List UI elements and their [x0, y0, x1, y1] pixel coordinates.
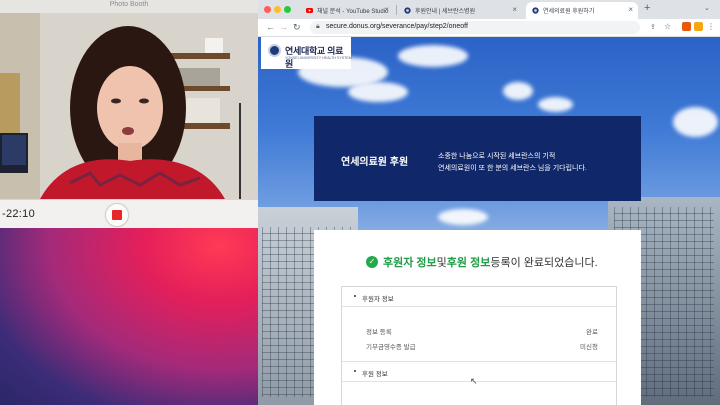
bullet-icon: [354, 295, 356, 297]
browser-toolbar: ← → ↻ 🔒︎ secure.donus.org/severance/pay/…: [258, 19, 720, 37]
photo-booth-title: Photo Booth: [109, 1, 149, 8]
close-tab-icon[interactable]: ×: [628, 5, 633, 14]
cloud-decoration: [438, 209, 488, 225]
forward-icon[interactable]: →: [279, 22, 288, 32]
camera-preview: [0, 13, 258, 199]
photo-booth-window: Photo Booth -22:10: [0, 0, 258, 229]
cloud-decoration: [673, 107, 718, 137]
new-tab-icon[interactable]: +: [644, 2, 650, 14]
cloud-decoration: [538, 97, 573, 112]
photo-booth-titlebar[interactable]: Photo Booth: [0, 0, 258, 14]
browser-window: 채널 분석 - YouTube Studio × 후원안내 | 세브란스병원 ×…: [258, 0, 720, 405]
camera-preview-image: [0, 13, 258, 199]
tab-label: 후원안내 | 세브란스병원: [415, 9, 476, 15]
extension-icon[interactable]: [682, 22, 691, 31]
mouse-cursor-icon: ↖: [470, 376, 478, 386]
section-header-donor: 후원자 정보: [342, 287, 616, 307]
completion-message: ✓ 후원자 정보 및 후원 정보 등록이 완료되었습니다.: [366, 254, 598, 270]
cloud-decoration: [348, 82, 408, 102]
stop-icon: [112, 210, 122, 220]
cloud-decoration: [503, 82, 533, 100]
message-suffix: 등록이 완료되었습니다.: [490, 257, 598, 269]
section-header-donation: 후원 정보: [342, 361, 616, 382]
donation-banner: 연세의료원 후원 소중한 나눔으로 시작된 세브란스의 기적 연세의료원이 또 …: [314, 116, 641, 201]
recording-timer: -22:10: [2, 208, 35, 220]
tab-separator: [396, 5, 397, 15]
row-label: 기부금영수증 발급: [366, 344, 416, 351]
severance-icon: [532, 7, 539, 14]
tab-label: 채널 분석 - YouTube Studio: [317, 9, 389, 15]
url-text: secure.donus.org/severance/pay/step2/one…: [326, 23, 468, 30]
menu-icon[interactable]: ⋮: [707, 22, 715, 31]
tab-severance-guide[interactable]: 후원안내 | 세브란스병원 ×: [398, 2, 522, 19]
close-tab-icon[interactable]: ×: [512, 5, 517, 14]
section-title: 후원 정보: [362, 371, 388, 378]
youtube-icon: [306, 8, 313, 13]
stop-recording-button[interactable]: [105, 203, 129, 227]
lock-icon: 🔒︎: [316, 23, 320, 30]
check-circle-icon: ✓: [366, 256, 378, 268]
tab-yonsei-donation[interactable]: 연세의료원 후원하기 ×: [526, 2, 638, 19]
row-value: 완료: [586, 329, 598, 336]
desktop-wallpaper: [0, 228, 258, 405]
tab-label: 연세의료원 후원하기: [543, 9, 595, 15]
back-icon[interactable]: ←: [266, 22, 275, 32]
banner-description: 연세의료원이 또 한 분의 세브란스 님을 기다립니다.: [438, 165, 587, 172]
site-logo[interactable]: 연세대학교 의료원 YONSEI UNIVERSITY HEALTH SYSTE…: [261, 37, 352, 69]
tab-youtube-studio[interactable]: 채널 분석 - YouTube Studio ×: [300, 2, 394, 19]
banner-title: 연세의료원 후원: [341, 157, 409, 168]
bullet-icon: [354, 370, 356, 372]
reload-icon[interactable]: ↻: [293, 22, 301, 33]
bookmark-star-icon[interactable]: ☆: [664, 22, 671, 31]
banner-description: 소중한 나눔으로 시작된 세브란스의 기적: [438, 153, 556, 160]
tab-search-icon[interactable]: ⌄: [704, 4, 710, 12]
severance-icon: [404, 7, 411, 14]
row-label: 정보 등록: [366, 329, 392, 336]
close-tab-icon[interactable]: ×: [384, 5, 389, 14]
info-summary-box: 후원자 정보 정보 등록 완료 기부금영수증 발급 미신청 후원 정보: [341, 286, 617, 405]
tab-strip: 채널 분석 - YouTube Studio × 후원안내 | 세브란스병원 ×…: [258, 0, 720, 19]
extension-icon[interactable]: [694, 22, 703, 31]
address-bar[interactable]: 🔒︎ secure.donus.org/severance/pay/step2/…: [310, 21, 640, 34]
donation-info-highlight: 후원 정보: [446, 257, 491, 269]
web-page: 연세대학교 의료원 YONSEI UNIVERSITY HEALTH SYSTE…: [258, 37, 720, 405]
message-connector: 및: [436, 257, 447, 269]
share-icon[interactable]: ⇪: [650, 23, 656, 31]
yonsei-seal-icon: [268, 44, 281, 57]
maximize-window-button[interactable]: [284, 6, 291, 13]
close-window-button[interactable]: [264, 6, 271, 13]
logo-subtitle: YONSEI UNIVERSITY HEALTH SYSTEM: [285, 56, 352, 60]
section-title: 후원자 정보: [362, 296, 394, 303]
cloud-decoration: [398, 45, 468, 67]
photo-booth-controls: -22:10: [0, 199, 258, 229]
row-value: 미신청: [580, 344, 598, 351]
minimize-window-button[interactable]: [274, 6, 281, 13]
donor-info-highlight: 후원자 정보: [383, 257, 437, 269]
